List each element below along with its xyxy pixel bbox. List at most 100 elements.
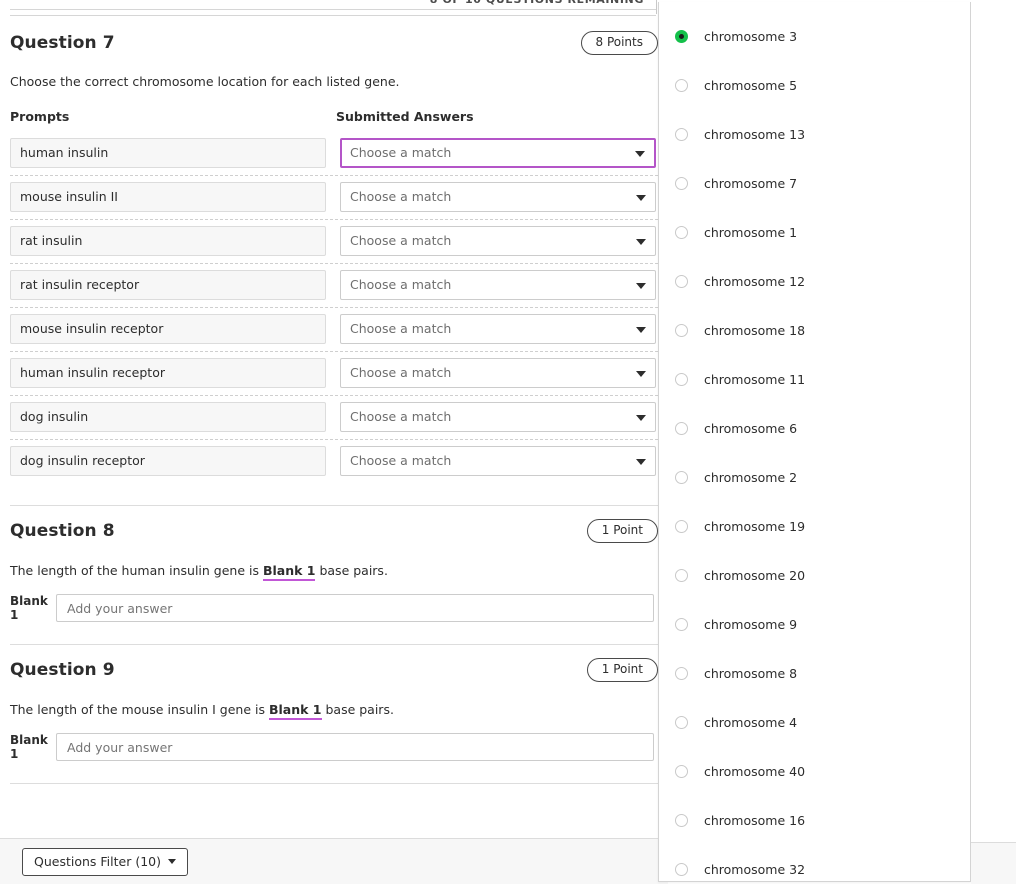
match-row: human insulin receptor Choose a match [10, 352, 658, 396]
radio-unselected-icon[interactable] [675, 226, 688, 239]
match-select-8[interactable]: Choose a match [340, 446, 656, 476]
chromosome-option-label: chromosome 6 [704, 421, 798, 436]
page-right-gutter [971, 0, 1016, 884]
radio-unselected-icon[interactable] [675, 373, 688, 386]
question-9-text-before: The length of the mouse insulin I gene i… [10, 702, 269, 717]
question-8-points-badge: 1 Point [586, 519, 658, 543]
chromosome-option-label: chromosome 9 [704, 617, 798, 632]
chromosome-option-12[interactable]: chromosome 20 [659, 551, 970, 600]
chromosome-option-label: chromosome 2 [704, 470, 798, 485]
chromosome-option-17[interactable]: chromosome 16 [659, 796, 970, 845]
chromosome-option-13[interactable]: chromosome 9 [659, 600, 970, 649]
match-prompt-6: human insulin receptor [10, 358, 326, 388]
chromosome-option-label: chromosome 1 [704, 225, 798, 240]
radio-unselected-icon[interactable] [675, 814, 688, 827]
question-9-title: Question 9 [10, 660, 115, 680]
match-prompt-1: human insulin [10, 138, 326, 168]
chromosome-option-label: chromosome 20 [704, 568, 806, 583]
match-select-2[interactable]: Choose a match [340, 182, 656, 212]
match-rows-list: human insulin Choose a match mouse insulin… [10, 132, 658, 483]
questions-remaining-label: 8 OF 10 QUESTIONS REMAINING [0, 0, 658, 6]
radio-unselected-icon[interactable] [675, 667, 688, 680]
divider-rule-second [10, 15, 656, 16]
radio-unselected-icon[interactable] [675, 618, 688, 631]
question-7-block: Question 7 8 Points Choose the correct c… [10, 28, 658, 483]
chromosome-option-11[interactable]: chromosome 19 [659, 502, 970, 551]
question-8-block: Question 8 1 Point The length of the hum… [10, 516, 658, 622]
page-scrollbar-track[interactable] [1001, 0, 1016, 884]
radio-unselected-icon[interactable] [675, 520, 688, 533]
radio-unselected-icon[interactable] [675, 471, 688, 484]
chromosome-option-14[interactable]: chromosome 8 [659, 649, 970, 698]
match-row: rat insulin Choose a match [10, 220, 658, 264]
radio-unselected-icon[interactable] [675, 422, 688, 435]
chromosome-option-label: chromosome 16 [704, 813, 806, 828]
question-8-text: The length of the human insulin gene is … [10, 563, 658, 581]
chromosome-option-10[interactable]: chromosome 2 [659, 453, 970, 502]
chromosome-option-4[interactable]: chromosome 7 [659, 159, 970, 208]
match-select-5[interactable]: Choose a match [340, 314, 656, 344]
question-9-blank-row: Blank 1 [10, 733, 658, 761]
chromosome-option-label: chromosome 13 [704, 127, 806, 142]
chromosome-option-18[interactable]: chromosome 32 [659, 845, 970, 881]
chromosome-options-dropdown[interactable]: chromosome 3 chromosome 5 chromosome 13 chr… [658, 2, 971, 882]
match-select-value-8: Choose a match [350, 453, 452, 468]
chromosome-option-label: chromosome 4 [704, 715, 798, 730]
question-9-text-after: base pairs. [321, 702, 394, 717]
chromosome-option-label: chromosome 11 [704, 372, 806, 387]
radio-unselected-icon[interactable] [675, 569, 688, 582]
chromosome-option-label: chromosome 5 [704, 78, 798, 93]
match-row: dog insulin receptor Choose a match [10, 440, 658, 483]
radio-unselected-icon[interactable] [675, 177, 688, 190]
match-row: mouse insulin receptor Choose a match [10, 308, 658, 352]
chevron-down-icon [636, 327, 646, 333]
match-select-value-6: Choose a match [350, 365, 452, 380]
match-prompt-7: dog insulin [10, 402, 326, 432]
radio-unselected-icon[interactable] [675, 275, 688, 288]
chromosome-option-3[interactable]: chromosome 13 [659, 110, 970, 159]
chromosome-option-label: chromosome 40 [704, 764, 806, 779]
chevron-down-icon [167, 859, 176, 864]
question-9-blank-reference: Blank 1 [268, 702, 322, 720]
match-select-6[interactable]: Choose a match [340, 358, 656, 388]
match-select-value-3: Choose a match [350, 233, 452, 248]
match-prompt-2: mouse insulin II [10, 182, 326, 212]
chevron-down-icon [635, 151, 645, 157]
match-row: mouse insulin II Choose a match [10, 176, 658, 220]
chromosome-option-5[interactable]: chromosome 1 [659, 208, 970, 257]
match-prompt-8: dog insulin receptor [10, 446, 326, 476]
radio-unselected-icon[interactable] [675, 765, 688, 778]
question-8-text-before: The length of the human insulin gene is [10, 563, 263, 578]
question-8-blank-label: Blank 1 [10, 594, 48, 622]
radio-unselected-icon[interactable] [675, 863, 688, 876]
radio-unselected-icon[interactable] [675, 324, 688, 337]
match-select-4[interactable]: Choose a match [340, 270, 656, 300]
chromosome-option-2[interactable]: chromosome 5 [659, 61, 970, 110]
question-10-header-partial [10, 784, 658, 823]
radio-unselected-icon[interactable] [675, 79, 688, 92]
radio-unselected-icon[interactable] [675, 128, 688, 141]
question-8-blank-input[interactable] [56, 594, 654, 622]
match-select-3[interactable]: Choose a match [340, 226, 656, 256]
question-8-blank-row: Blank 1 [10, 594, 658, 622]
radio-selected-icon[interactable] [675, 30, 688, 43]
chromosome-option-7[interactable]: chromosome 18 [659, 306, 970, 355]
chromosome-option-label: chromosome 12 [704, 274, 806, 289]
match-prompt-5: mouse insulin receptor [10, 314, 326, 344]
quiz-content-column: 8 OF 10 QUESTIONS REMAINING Question 7 8… [0, 0, 668, 884]
questions-filter-button[interactable]: Questions Filter (10) [22, 847, 188, 876]
chromosome-option-1[interactable]: chromosome 3 [659, 12, 970, 61]
chromosome-option-9[interactable]: chromosome 6 [659, 404, 970, 453]
chromosome-option-6[interactable]: chromosome 12 [659, 257, 970, 306]
chromosome-option-15[interactable]: chromosome 4 [659, 698, 970, 747]
chevron-down-icon [636, 415, 646, 421]
questions-filter-bar: Questions Filter (10) [0, 838, 668, 884]
match-select-7[interactable]: Choose a match [340, 402, 656, 432]
chromosome-option-8[interactable]: chromosome 11 [659, 355, 970, 404]
chromosome-option-16[interactable]: chromosome 40 [659, 747, 970, 796]
question-9-blank-input[interactable] [56, 733, 654, 761]
match-select-1[interactable]: Choose a match [340, 138, 656, 168]
quiz-inner: 8 OF 10 QUESTIONS REMAINING Question 7 8… [0, 0, 668, 823]
radio-unselected-icon[interactable] [675, 716, 688, 729]
divider-rule-top [10, 9, 656, 10]
